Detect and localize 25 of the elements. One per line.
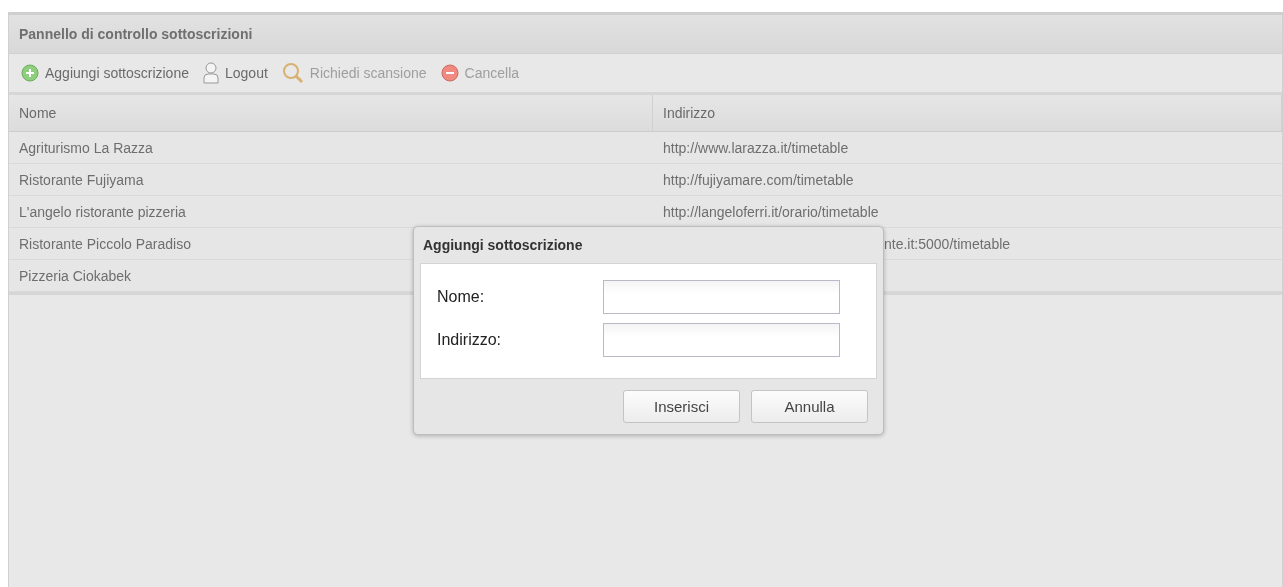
remove-icon (440, 64, 459, 82)
user-icon (203, 62, 219, 84)
field-label: Indirizzo: (437, 331, 503, 349)
dialog-button[interactable]: Annulla (751, 390, 868, 423)
table-cell-text: Ristorante Piccolo Paradiso (18, 234, 192, 254)
dialog-button[interactable]: Inserisci (623, 390, 740, 423)
add-icon (21, 64, 39, 82)
toolbar-button[interactable]: Aggiungi sottoscrizione (21, 64, 189, 82)
table-cell-text: Agriturismo La Razza (18, 138, 154, 158)
dialog-title: Aggiungi sottoscrizione (422, 236, 584, 255)
table-cell-text: Ristorante Fujiyama (18, 170, 145, 190)
table-cell-text: Pizzeria Ciokabek (18, 266, 133, 286)
toolbar-button[interactable]: Logout (203, 62, 268, 84)
panel-title: Pannello di controllo sottoscrizioni (9, 15, 1282, 54)
column-header[interactable]: Indirizzo (653, 95, 1282, 131)
table-cell-text: http://fujiyamare.com/timetable (662, 170, 855, 190)
search-icon (281, 62, 304, 84)
table-cell-text: http://langeloferri.it/orario/timetable (662, 202, 880, 222)
input-field[interactable] (603, 280, 840, 314)
column-header[interactable]: Nome (9, 95, 653, 131)
table-cell-text: http://www.larazza.it/timetable (662, 138, 850, 158)
table-cell-text: L'angelo ristorante pizzeria (18, 202, 187, 222)
field-label: Nome: (437, 288, 486, 306)
input-field[interactable] (603, 323, 840, 357)
table-cell-text: nte.it:5000/timetable (883, 234, 1012, 254)
